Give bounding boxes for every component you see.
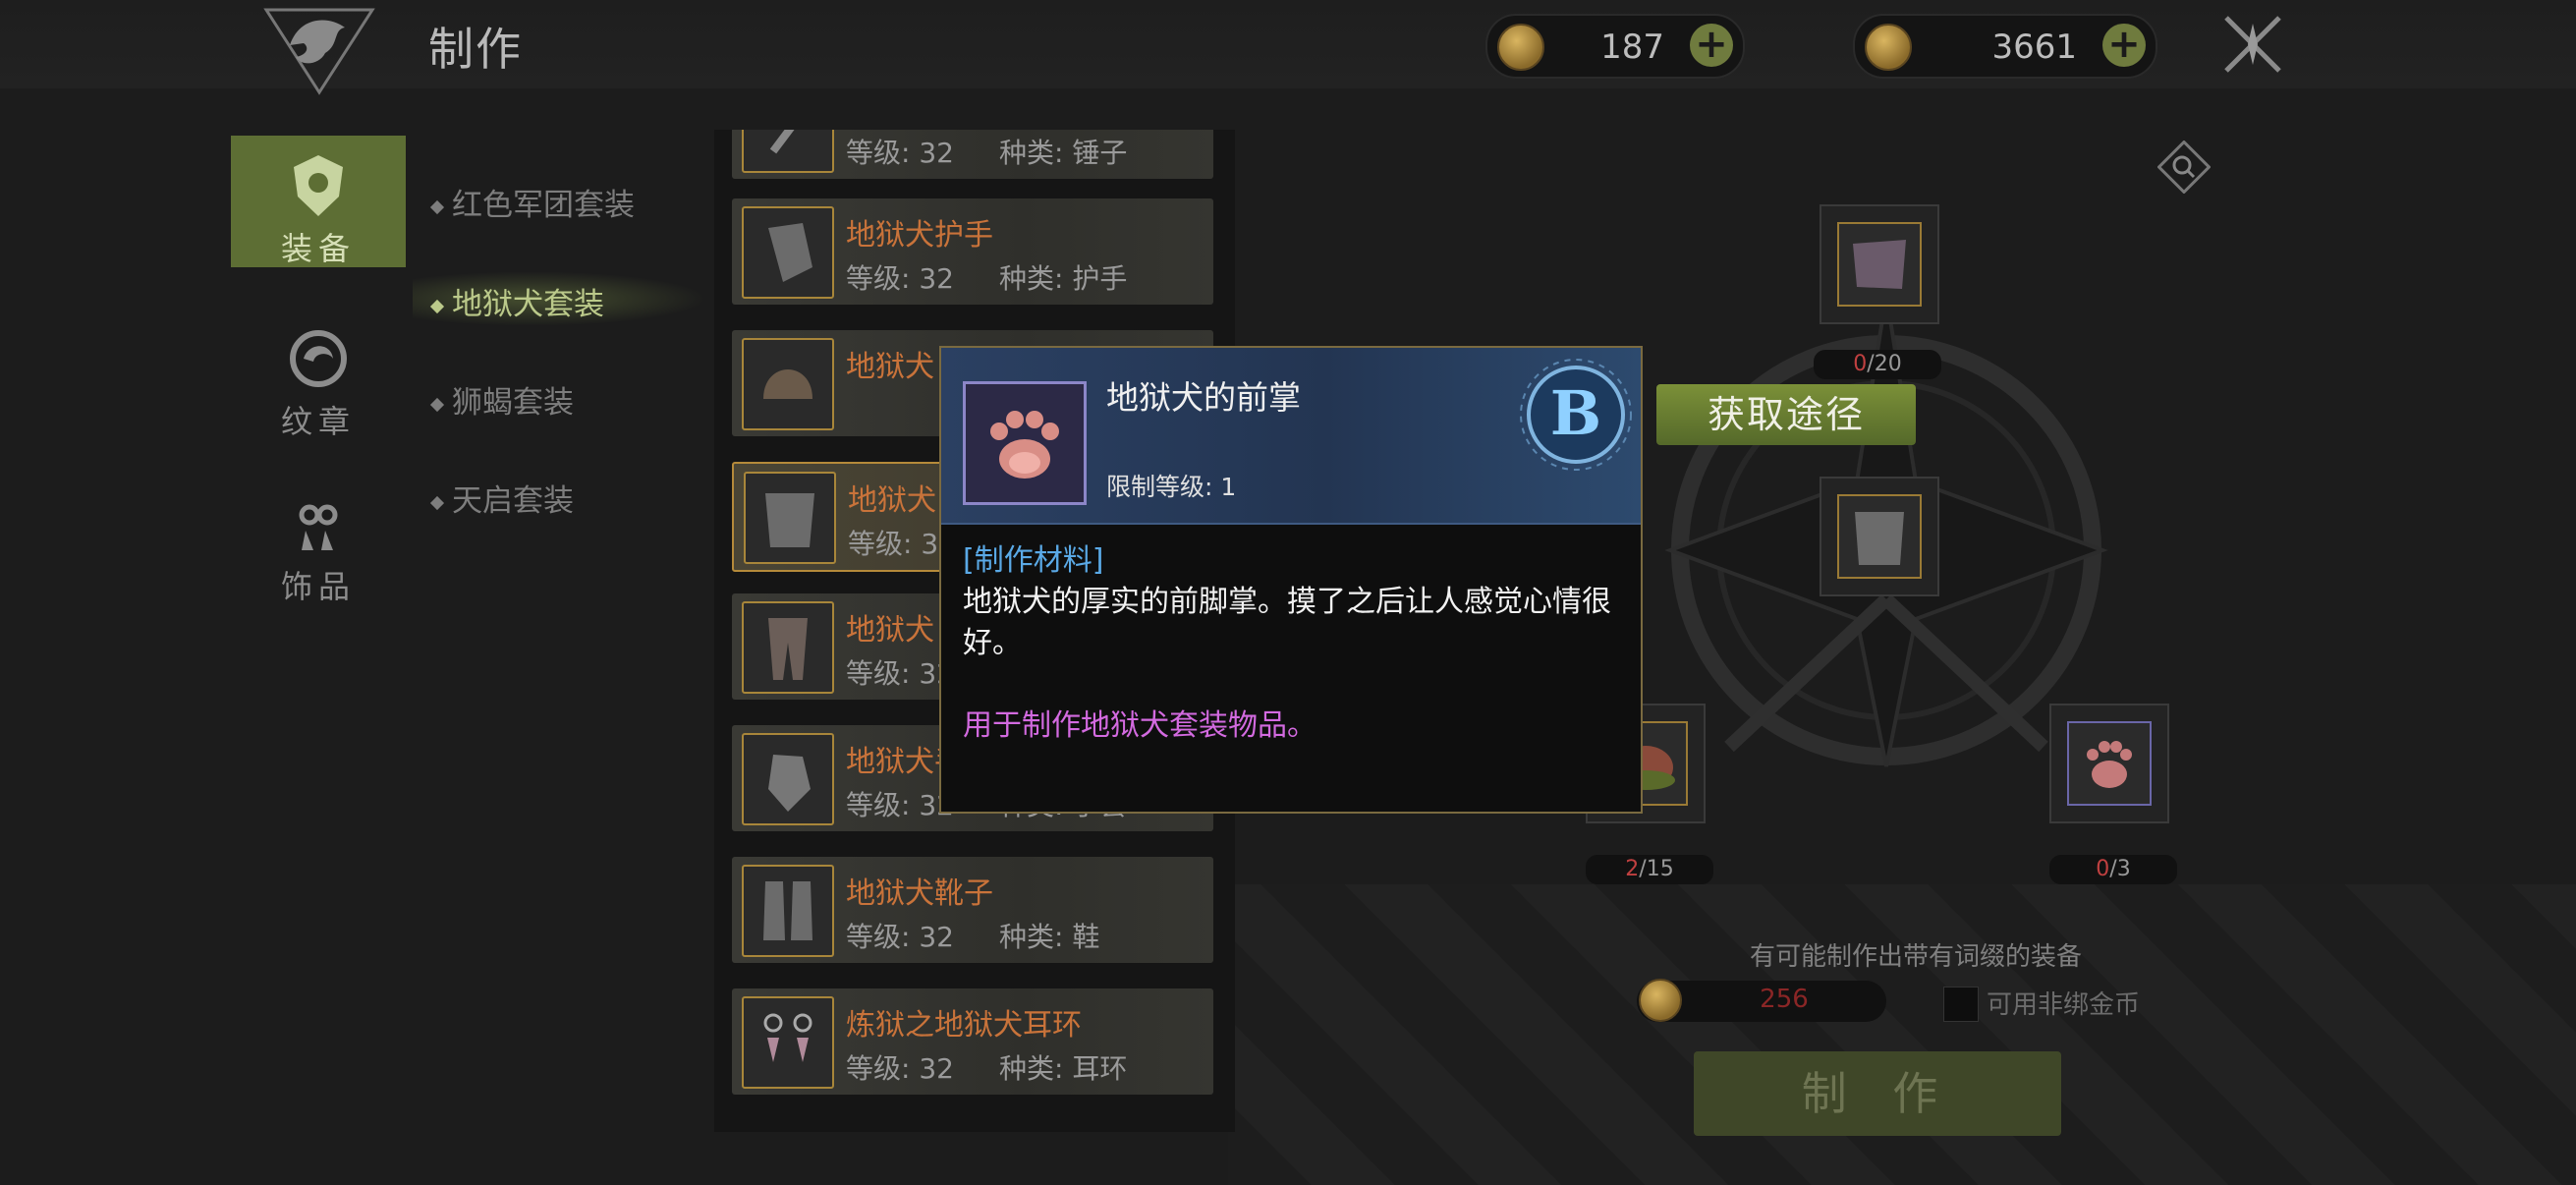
- earring-icon: [742, 996, 834, 1089]
- leg-armor-icon: [742, 601, 834, 694]
- glove-icon: [742, 733, 834, 825]
- item-level: 等级: 32: [846, 657, 954, 690]
- tab-emblem-label: 纹章: [280, 403, 356, 440]
- top-bar: [0, 0, 2576, 88]
- category-cerberus[interactable]: 地狱犬套装: [429, 279, 604, 323]
- accessory-icon: [284, 501, 353, 558]
- grade-badge-icon: B: [1517, 356, 1635, 474]
- paw-material-icon: [2067, 721, 2152, 806]
- material-count-left: 2/15: [1586, 855, 1713, 884]
- category-manticore[interactable]: 狮蝎套装: [429, 377, 574, 422]
- item-tooltip: 地狱犬的前掌 限制等级: 1 B [制作材料] 地狱犬的厚实的前脚掌。摸了之后让…: [939, 346, 1643, 814]
- gauntlet-icon: [742, 206, 834, 299]
- item-name: 地狱犬: [848, 483, 936, 518]
- item-name: 地狱犬: [846, 350, 934, 384]
- item-level: 等级: 32: [846, 921, 954, 953]
- list-item[interactable]: 炼狱之地狱犬耳环 等级: 32 种类: 耳环: [732, 988, 1213, 1095]
- material-count-top: 0/20: [1814, 350, 1941, 379]
- item-type: 种类: 耳环: [999, 1052, 1128, 1085]
- item-level: 等级: 32: [846, 262, 954, 295]
- category-red-legion[interactable]: 红色军团套装: [429, 180, 635, 224]
- chest-armor-icon: [744, 472, 836, 564]
- page-title: 制作: [428, 23, 523, 76]
- get-source-button[interactable]: 获取途径: [1656, 384, 1916, 445]
- category-label: 红色军团套装: [452, 188, 635, 223]
- emblem-icon: [284, 324, 353, 393]
- list-item[interactable]: 等级: 32 种类: 锤子: [732, 130, 1213, 179]
- affix-hint: 有可能制作出带有词缀的装备: [1749, 942, 2082, 972]
- result-slot[interactable]: [1820, 477, 1939, 596]
- tooltip-item-name: 地狱犬的前掌: [1106, 378, 1301, 417]
- material-count-right: 0/3: [2049, 855, 2177, 884]
- category-label: 狮蝎套装: [452, 385, 574, 421]
- category-apocalypse[interactable]: 天启套装: [429, 476, 574, 520]
- chest-armor-icon: [1837, 494, 1922, 579]
- hammer-icon: [742, 130, 834, 173]
- tooltip-usage: 用于制作地狱犬套装物品。: [963, 708, 1316, 743]
- craft-cost: 256: [1637, 979, 1886, 1022]
- item-level: 等级: 32: [846, 789, 954, 821]
- unbound-gold-checkbox[interactable]: [1943, 987, 1979, 1022]
- tooltip-category: [制作材料]: [963, 543, 1104, 578]
- add-bound-gold-button[interactable]: +: [1690, 24, 1733, 67]
- list-item[interactable]: 地狱犬靴子 等级: 32 种类: 鞋: [732, 857, 1213, 963]
- close-icon[interactable]: [2222, 14, 2283, 75]
- helmet-icon: [742, 338, 834, 430]
- search-icon[interactable]: [2156, 140, 2212, 195]
- material-slot-right[interactable]: [2049, 704, 2169, 823]
- grade-letter: B: [1550, 377, 1601, 449]
- paw-material-icon: [963, 381, 1087, 505]
- floor-background: [1228, 884, 2576, 1185]
- tab-accessory[interactable]: 饰品: [231, 501, 406, 607]
- dragon-emblem-icon: [260, 6, 378, 96]
- craft-cost-value: 256: [1760, 985, 1809, 1014]
- tooltip-body: [制作材料] 地狱犬的厚实的前脚掌。摸了之后让人感觉心情很好。 用于制作地狱犬套…: [963, 540, 1611, 747]
- tooltip-header: 地狱犬的前掌 限制等级: 1 B: [941, 348, 1641, 525]
- item-type: 种类: 护手: [999, 262, 1128, 295]
- category-label: 天启套装: [452, 483, 574, 519]
- bound-gold-coin-icon: [1497, 24, 1544, 71]
- bound-gold-amount: 187: [1600, 28, 1664, 67]
- tooltip-description: 地狱犬的厚实的前脚掌。摸了之后让人感觉心情很好。: [963, 585, 1611, 660]
- category-label: 地狱犬套装: [452, 287, 604, 322]
- armor-icon: [284, 151, 353, 220]
- tooltip-level-requirement: 限制等级: 1: [1106, 473, 1237, 501]
- unbound-gold-label: 可用非绑金币: [1987, 990, 2141, 1020]
- item-type: 种类: 锤子: [999, 137, 1128, 169]
- craft-button[interactable]: 制 作: [1694, 1051, 2061, 1136]
- add-gold-button[interactable]: +: [2102, 24, 2146, 67]
- item-name: 地狱犬护手: [846, 218, 993, 253]
- material-slot-top[interactable]: [1820, 204, 1939, 324]
- item-name: 炼狱之地狱犬耳环: [846, 1008, 1082, 1043]
- tab-accessory-label: 饰品: [280, 568, 356, 605]
- list-item[interactable]: 地狱犬护手 等级: 32 种类: 护手: [732, 198, 1213, 305]
- item-level: 等级: 32: [846, 137, 954, 169]
- gold-currency: 3661 +: [1853, 14, 2157, 79]
- tab-equipment[interactable]: 装备: [231, 136, 406, 267]
- item-name: 地狱犬靴子: [846, 876, 993, 911]
- tab-emblem[interactable]: 纹章: [231, 324, 406, 442]
- hide-material-icon: [1837, 222, 1922, 307]
- boots-icon: [742, 865, 834, 957]
- bound-gold-currency: 187 +: [1485, 14, 1745, 79]
- gold-amount: 3661: [1991, 28, 2077, 67]
- bound-gold-coin-icon: [1639, 979, 1682, 1022]
- item-level: 等级: 32: [846, 1052, 954, 1085]
- gold-coin-icon: [1865, 24, 1912, 71]
- tab-equipment-label: 装备: [280, 230, 356, 267]
- item-name: 地狱犬: [846, 613, 934, 648]
- item-type: 种类: 鞋: [999, 921, 1100, 953]
